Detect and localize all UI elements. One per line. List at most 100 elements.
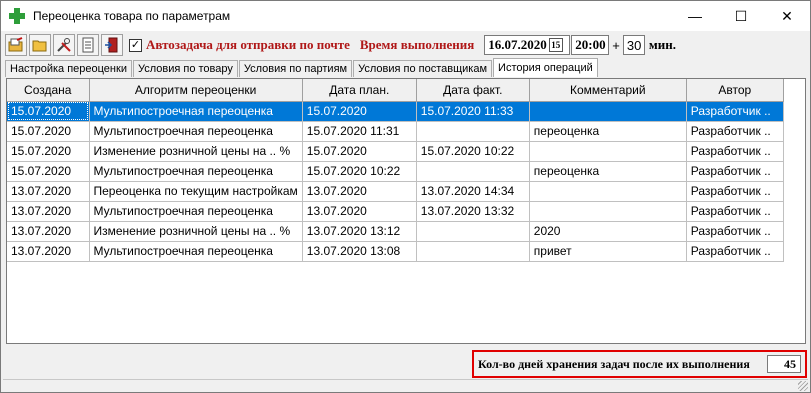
table-row[interactable]: 15.07.2020 Мультипостроечная переоценка 15… (7, 161, 784, 182)
table-cell[interactable]: 15.07.2020 (302, 141, 417, 162)
minutes-unit: мин. (648, 37, 676, 52)
table-cell[interactable]: Мультипостроечная переоценка (89, 121, 303, 142)
table-cell[interactable]: Разработчик .. (686, 121, 784, 142)
table-row[interactable]: 13.07.2020 Изменение розничной цены на ..… (7, 221, 784, 242)
tab-batch-conditions[interactable]: Условия по партиям (238, 60, 353, 77)
table-row[interactable]: 15.07.2020 Изменение розничной цены на ..… (7, 141, 784, 162)
retention-panel: Кол-во дней хранения задач после их выпо… (472, 350, 807, 378)
folder-button[interactable] (29, 34, 51, 56)
table-cell[interactable]: Мультипостроечная переоценка (89, 161, 303, 182)
document-button[interactable] (77, 34, 99, 56)
table-cell[interactable]: Мультипостроечная переоценка (89, 101, 303, 122)
table-cell[interactable]: Изменение розничной цены на .. % (89, 221, 303, 242)
column-header[interactable]: Дата факт. (416, 79, 530, 102)
table-cell[interactable]: Изменение розничной цены на .. % (89, 141, 303, 162)
table-cell[interactable] (416, 121, 530, 142)
date-field[interactable]: 16.07.2020 15 (484, 35, 571, 55)
minimize-button[interactable]: — (672, 1, 718, 31)
table-cell[interactable]: Разработчик .. (686, 141, 784, 162)
table-row[interactable]: 15.07.2020 Мультипостроечная переоценка 15… (7, 121, 784, 142)
maximize-button[interactable]: ☐ (718, 1, 764, 31)
table-cell[interactable]: 15.07.2020 (302, 101, 417, 122)
table-cell[interactable]: 15.07.2020 (7, 101, 90, 122)
exit-button[interactable] (101, 34, 123, 56)
window-title: Переоценка товара по параметрам (33, 9, 231, 23)
table-cell[interactable]: 15.07.2020 11:33 (416, 101, 530, 122)
table-cell[interactable] (529, 181, 687, 202)
minutes-field[interactable]: 30 (622, 35, 645, 55)
column-header[interactable]: Алгоритм переоценки (89, 79, 303, 102)
app-cross-icon (9, 8, 25, 24)
calendar-icon[interactable]: 15 (548, 38, 563, 52)
table-cell[interactable]: 15.07.2020 (7, 141, 90, 162)
table-cell[interactable]: 13.07.2020 (7, 221, 90, 242)
tab-price-settings[interactable]: Настройка переоценки (5, 60, 132, 77)
time-field[interactable]: 20:00 (571, 35, 610, 55)
title-bar: Переоценка товара по параметрам — ☐ ✕ (1, 1, 810, 31)
table-cell[interactable]: Разработчик .. (686, 201, 784, 222)
table-cell[interactable]: 15.07.2020 (7, 121, 90, 142)
table-cell[interactable]: Переоценка по текущим настройкам (89, 181, 303, 202)
column-header[interactable]: Создана (7, 79, 90, 102)
table-cell[interactable]: Разработчик .. (686, 181, 784, 202)
folder-icon (32, 40, 47, 52)
table-cell[interactable]: переоценка (529, 161, 687, 182)
table-cell[interactable]: 13.07.2020 13:32 (416, 201, 530, 222)
table-cell[interactable]: 13.07.2020 13:12 (302, 221, 417, 242)
table-cell[interactable]: 15.07.2020 10:22 (302, 161, 417, 182)
table-cell[interactable]: 13.07.2020 13:08 (302, 241, 417, 262)
table-cell[interactable]: 13.07.2020 (7, 241, 90, 262)
table-cell[interactable] (529, 141, 687, 162)
table-cell[interactable] (416, 161, 530, 182)
tools-button[interactable] (53, 34, 75, 56)
table-cell[interactable]: Мультипостроечная переоценка (89, 201, 303, 222)
tab-supplier-conditions[interactable]: Условия по поставщикам (353, 60, 493, 77)
close-button[interactable]: ✕ (764, 1, 810, 31)
exit-door-icon (105, 37, 118, 53)
table-cell[interactable]: привет (529, 241, 687, 262)
table-cell[interactable]: 15.07.2020 (7, 161, 90, 182)
auto-task-checkbox[interactable]: ✓ (129, 38, 142, 52)
table-cell[interactable]: 13.07.2020 (7, 201, 90, 222)
table-row[interactable]: 13.07.2020 Мультипостроечная переоценка 13… (7, 201, 784, 222)
table-cell[interactable] (529, 101, 687, 122)
table-cell[interactable]: 15.07.2020 10:22 (416, 141, 530, 162)
table-row[interactable]: 13.07.2020 Переоценка по текущим настройк… (7, 181, 784, 202)
table-cell[interactable]: 13.07.2020 (302, 201, 417, 222)
table-cell[interactable]: Разработчик .. (686, 241, 784, 262)
date-value: 16.07.2020 (488, 37, 547, 52)
table-cell[interactable]: Мультипостроечная переоценка (89, 241, 303, 262)
exec-time-label: Время выполнения (359, 37, 475, 52)
plus-label: + (612, 37, 620, 53)
table-cell[interactable] (416, 241, 530, 262)
table-cell[interactable]: Разработчик .. (686, 101, 784, 122)
tab-product-conditions[interactable]: Условия по товару (132, 60, 238, 77)
document-icon (82, 37, 94, 53)
table-cell[interactable]: 2020 (529, 221, 687, 242)
toolbar: ✓ Автозадача для отправки по почте Время… (5, 33, 808, 57)
table-cell[interactable]: переоценка (529, 121, 687, 142)
table-row[interactable]: 13.07.2020 Мультипостроечная переоценка 13… (7, 241, 784, 262)
main-window: Переоценка товара по параметрам — ☐ ✕ ✓ … (0, 0, 811, 393)
column-header[interactable]: Комментарий (529, 79, 687, 102)
table-cell[interactable]: 13.07.2020 (7, 181, 90, 202)
table-row[interactable]: 15.07.2020 Мультипостроечная переоценка 15… (7, 101, 784, 122)
table-cell[interactable]: 13.07.2020 (302, 181, 417, 202)
table-cell[interactable] (416, 221, 530, 242)
auto-task-label: Автозадача для отправки по почте (146, 37, 350, 52)
tab-operation-history[interactable]: История операций (493, 58, 598, 77)
open-folder-button[interactable] (5, 34, 27, 56)
table-cell[interactable]: Разработчик .. (686, 161, 784, 182)
table-cell[interactable]: 15.07.2020 11:31 (302, 121, 417, 142)
table-cell[interactable]: 13.07.2020 14:34 (416, 181, 530, 202)
retention-label: Кол-во дней хранения задач после их выпо… (478, 356, 750, 371)
resize-grip-icon[interactable] (798, 381, 808, 391)
table-cell[interactable] (529, 201, 687, 222)
retention-days-field[interactable]: 45 (767, 355, 801, 373)
history-grid: Создана Алгоритм переоценки Дата план. Д… (6, 78, 806, 344)
column-header[interactable]: Автор (686, 79, 784, 102)
open-folder-icon (8, 37, 23, 52)
grid-header: Создана Алгоритм переоценки Дата план. Д… (7, 79, 784, 102)
column-header[interactable]: Дата план. (302, 79, 417, 102)
table-cell[interactable]: Разработчик .. (686, 221, 784, 242)
